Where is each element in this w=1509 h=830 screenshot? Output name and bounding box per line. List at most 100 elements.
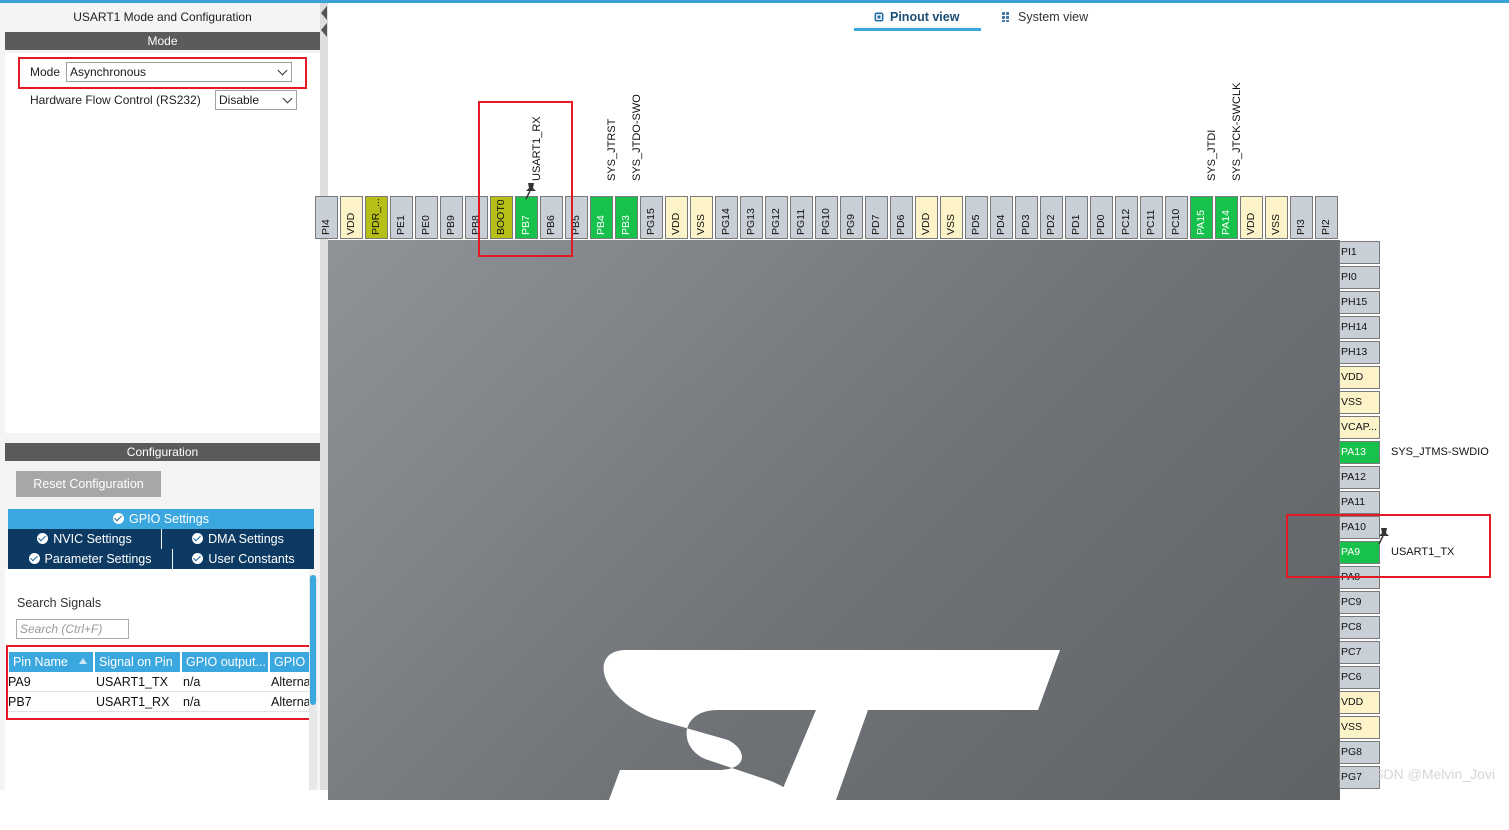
pin-pi2[interactable]: PI2 bbox=[1315, 196, 1338, 239]
pin-label: VSS bbox=[945, 213, 957, 235]
pin-vss[interactable]: VSS bbox=[940, 196, 963, 239]
pin-pc7[interactable]: PC7 bbox=[1339, 641, 1380, 664]
tab-label: Parameter Settings bbox=[44, 552, 152, 566]
pin-label: PC11 bbox=[1145, 209, 1157, 236]
check-icon bbox=[28, 553, 40, 564]
watermark: CSDN @Melvin_Jovi bbox=[1364, 766, 1495, 782]
tab-user-constants[interactable]: User Constants bbox=[173, 549, 314, 569]
panel-splitter[interactable] bbox=[320, 3, 328, 790]
pin-label: PB4 bbox=[595, 215, 607, 235]
pin-vss[interactable]: VSS bbox=[1265, 196, 1288, 239]
tab-dma-settings[interactable]: DMA Settings bbox=[162, 529, 314, 549]
chip-icon bbox=[874, 12, 884, 22]
pin-vss[interactable]: VSS bbox=[1339, 391, 1380, 414]
highlight-pb7 bbox=[478, 101, 573, 257]
pin-vdd[interactable]: VDD bbox=[1339, 366, 1380, 389]
pinout-panel: Pinout view System view PI4 VDD PDR_... PE1… bbox=[315, 3, 1509, 830]
pin-pg10[interactable]: PG10 bbox=[815, 196, 838, 239]
pin-pd7[interactable]: PD7 bbox=[865, 196, 888, 239]
pin-pd0[interactable]: PD0 bbox=[1090, 196, 1113, 239]
pin-pa11[interactable]: PA11 bbox=[1339, 491, 1380, 514]
pin-pd1[interactable]: PD1 bbox=[1065, 196, 1088, 239]
pin-label: PG15 bbox=[645, 208, 657, 235]
vertical-scrollbar[interactable] bbox=[309, 575, 317, 790]
pin-label: VDD bbox=[345, 212, 357, 235]
pin-ph14[interactable]: PH14 bbox=[1339, 316, 1380, 339]
pin-pc6[interactable]: PC6 bbox=[1339, 666, 1380, 689]
pin-pg14[interactable]: PG14 bbox=[715, 196, 738, 239]
active-view-underline bbox=[854, 28, 981, 31]
check-icon bbox=[192, 553, 204, 564]
pin-pg15[interactable]: PG15 bbox=[640, 196, 663, 239]
tab-nvic-settings[interactable]: NVIC Settings bbox=[8, 529, 161, 549]
tab-pinout-view[interactable]: Pinout view bbox=[873, 10, 959, 24]
panel-title: USART1 Mode and Configuration bbox=[73, 10, 252, 24]
grid-icon bbox=[1002, 12, 1009, 22]
pin-pi0[interactable]: PI0 bbox=[1339, 266, 1380, 289]
pin-pi1[interactable]: PI1 bbox=[1339, 241, 1380, 264]
pin-label: PI3 bbox=[1295, 219, 1307, 235]
pin-pg8[interactable]: PG8 bbox=[1339, 741, 1380, 764]
collapse-left-icon[interactable] bbox=[321, 6, 327, 20]
pin-pe0[interactable]: PE0 bbox=[415, 196, 438, 239]
reset-configuration-button[interactable]: Reset Configuration bbox=[16, 471, 161, 497]
pin-ph15[interactable]: PH15 bbox=[1339, 291, 1380, 314]
pin-vdd[interactable]: VDD bbox=[340, 196, 363, 239]
pin-pi3[interactable]: PI3 bbox=[1290, 196, 1313, 239]
pin-ph13[interactable]: PH13 bbox=[1339, 341, 1380, 364]
pin-pd4[interactable]: PD4 bbox=[990, 196, 1013, 239]
pin-pc8[interactable]: PC8 bbox=[1339, 616, 1380, 639]
pin-vdd[interactable]: VDD bbox=[915, 196, 938, 239]
pin-pb3[interactable]: PB3 bbox=[615, 196, 638, 239]
chevron-down-icon bbox=[282, 93, 293, 104]
tab-system-view[interactable]: System view bbox=[1001, 10, 1088, 24]
scrollbar-thumb[interactable] bbox=[310, 575, 316, 705]
pin-pc10[interactable]: PC10 bbox=[1165, 196, 1188, 239]
pin-pa13[interactable]: PA13 bbox=[1339, 441, 1380, 464]
pin-pc11[interactable]: PC11 bbox=[1140, 196, 1163, 239]
tab-parameter-settings[interactable]: Parameter Settings bbox=[8, 549, 172, 569]
hfc-label: Hardware Flow Control (RS232) bbox=[30, 93, 201, 107]
pin-vss[interactable]: VSS bbox=[1339, 716, 1380, 739]
pin-vcap[interactable]: VCAP... bbox=[1339, 416, 1380, 439]
collapse-left-icon[interactable] bbox=[321, 23, 327, 37]
pin-label: PI4 bbox=[320, 219, 332, 235]
pin-pdr[interactable]: PDR_... bbox=[365, 196, 388, 239]
pin-pd5[interactable]: PD5 bbox=[965, 196, 988, 239]
pin-label: VDD bbox=[920, 212, 932, 235]
pin-pi4[interactable]: PI4 bbox=[315, 196, 338, 239]
pin-label: PD1 bbox=[1070, 214, 1082, 235]
pin-label: PD7 bbox=[870, 214, 882, 235]
pin-pg13[interactable]: PG13 bbox=[740, 196, 763, 239]
tab-label: GPIO Settings bbox=[129, 512, 209, 526]
pin-vdd[interactable]: VDD bbox=[1339, 691, 1380, 714]
tab-gpio-settings[interactable]: GPIO Settings bbox=[8, 509, 314, 529]
pin-pd3[interactable]: PD3 bbox=[1015, 196, 1038, 239]
pin-pe1[interactable]: PE1 bbox=[390, 196, 413, 239]
pin-label: PB9 bbox=[445, 215, 457, 235]
pin-pg12[interactable]: PG12 bbox=[765, 196, 788, 239]
search-input[interactable]: Search (Ctrl+F) bbox=[16, 619, 129, 639]
pin-pd2[interactable]: PD2 bbox=[1040, 196, 1063, 239]
pin-pb9[interactable]: PB9 bbox=[440, 196, 463, 239]
configuration-section-header: Configuration bbox=[5, 443, 320, 461]
pin-pc12[interactable]: PC12 bbox=[1115, 196, 1138, 239]
pin-pb4[interactable]: PB4 bbox=[590, 196, 613, 239]
pin-pa14[interactable]: PA14 bbox=[1215, 196, 1238, 239]
pin-pd6[interactable]: PD6 bbox=[890, 196, 913, 239]
pin-vss[interactable]: VSS bbox=[690, 196, 713, 239]
pin-pc9[interactable]: PC9 bbox=[1339, 591, 1380, 614]
pin-vdd[interactable]: VDD bbox=[665, 196, 688, 239]
check-icon bbox=[192, 533, 204, 544]
pin-pg9[interactable]: PG9 bbox=[840, 196, 863, 239]
hfc-select[interactable]: Disable bbox=[215, 90, 297, 110]
pin-pa15[interactable]: PA15 bbox=[1190, 196, 1213, 239]
check-icon bbox=[113, 513, 125, 524]
pin-label: PI2 bbox=[1320, 219, 1332, 235]
pin-pa12[interactable]: PA12 bbox=[1339, 466, 1380, 489]
pin-vdd[interactable]: VDD bbox=[1240, 196, 1263, 239]
pin-label: PD6 bbox=[895, 214, 907, 235]
mcu-package bbox=[328, 240, 1340, 830]
pin-pg11[interactable]: PG11 bbox=[790, 196, 813, 239]
pin-label: PG11 bbox=[795, 208, 807, 235]
